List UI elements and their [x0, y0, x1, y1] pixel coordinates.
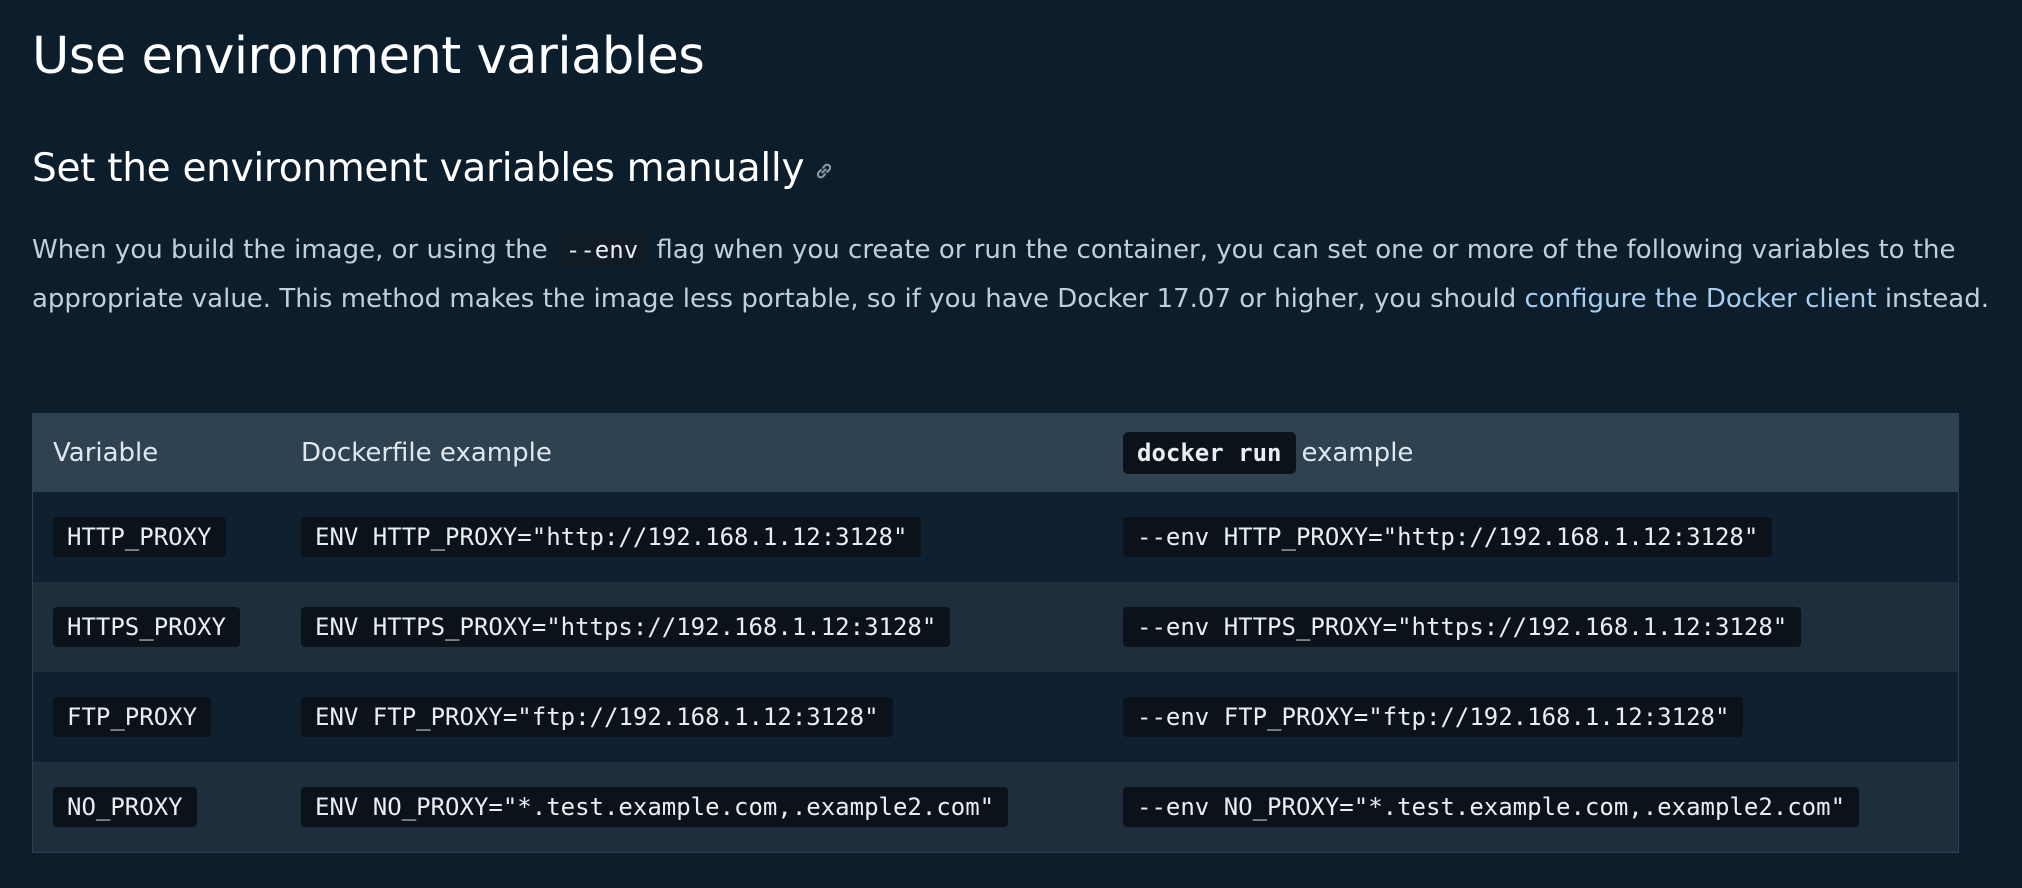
dockerfile-no-proxy: ENV NO_PROXY="*.test.example.com,.exampl…	[301, 787, 1009, 827]
header-dockerfile-example: Dockerfile example	[301, 438, 552, 468]
table-row: NO_PROXY ENV NO_PROXY="*.test.example.co…	[33, 762, 1958, 852]
docker-run-http-proxy: --env HTTP_PROXY="http://192.168.1.12:31…	[1123, 517, 1773, 557]
header-variable: Variable	[53, 438, 159, 468]
docker-run-code: docker run	[1123, 432, 1296, 474]
table-header-row: Variable Dockerfile example docker run ex…	[33, 414, 1958, 492]
docs-page: Use environment variables Set the enviro…	[0, 0, 2022, 888]
header-run-suffix: example	[1301, 438, 1414, 468]
dockerfile-http-proxy: ENV HTTP_PROXY="http://192.168.1.12:3128…	[301, 517, 922, 557]
variable-https-proxy: HTTPS_PROXY	[53, 607, 240, 647]
dockerfile-https-proxy: ENV HTTPS_PROXY="https://192.168.1.12:31…	[301, 607, 951, 647]
configure-docker-client-link[interactable]: configure the Docker client	[1524, 284, 1876, 314]
page-title: Use environment variables	[32, 27, 705, 86]
intro-paragraph: When you build the image, or using the -…	[32, 226, 1992, 324]
dockerfile-ftp-proxy: ENV FTP_PROXY="ftp://192.168.1.12:3128"	[301, 697, 893, 737]
paragraph-text-3: instead.	[1876, 284, 1989, 314]
table-row: FTP_PROXY ENV FTP_PROXY="ftp://192.168.1…	[33, 672, 1958, 762]
table-row: HTTPS_PROXY ENV HTTPS_PROXY="https://192…	[33, 582, 1958, 672]
env-flag-code: --env	[555, 232, 649, 268]
paragraph-text-1: When you build the image, or using the	[32, 235, 556, 265]
proxy-variables-table: Variable Dockerfile example docker run ex…	[32, 413, 1959, 853]
section-heading-text: Set the environment variables manually	[32, 146, 805, 191]
docker-run-https-proxy: --env HTTPS_PROXY="https://192.168.1.12:…	[1123, 607, 1802, 647]
variable-no-proxy: NO_PROXY	[53, 787, 197, 827]
header-docker-run-example: docker run example	[1103, 414, 1958, 492]
variable-ftp-proxy: FTP_PROXY	[53, 697, 212, 737]
docker-run-ftp-proxy: --env FTP_PROXY="ftp://192.168.1.12:3128…	[1123, 697, 1744, 737]
docker-run-no-proxy: --env NO_PROXY="*.test.example.com,.exam…	[1123, 787, 1860, 827]
variable-http-proxy: HTTP_PROXY	[53, 517, 226, 557]
table-row: HTTP_PROXY ENV HTTP_PROXY="http://192.16…	[33, 492, 1958, 582]
link-icon[interactable]	[812, 145, 836, 179]
section-heading: Set the environment variables manually	[32, 143, 836, 195]
